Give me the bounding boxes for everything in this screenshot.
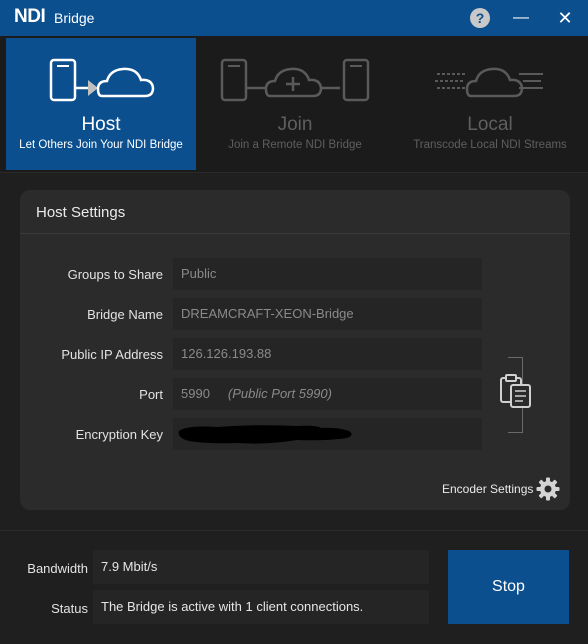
mode-subtitle-host: Let Others Join Your NDI Bridge bbox=[19, 139, 183, 151]
host-icon bbox=[49, 58, 155, 102]
mode-tab-local[interactable]: Local Transcode Local NDI Streams bbox=[395, 38, 585, 170]
groups-field[interactable]: Public bbox=[173, 258, 482, 290]
status-field: The Bridge is active with 1 client conne… bbox=[93, 590, 429, 624]
mode-title-join: Join bbox=[277, 114, 313, 135]
mode-title-local: Local bbox=[467, 114, 513, 135]
title-bar: NDI Bridge ? — ✕ bbox=[0, 0, 588, 36]
port-label: Port bbox=[139, 387, 163, 402]
local-icon bbox=[435, 67, 543, 98]
host-settings-panel: Host Settings Groups to Share Public Bri… bbox=[20, 190, 570, 510]
bandwidth-label: Bandwidth bbox=[27, 561, 88, 576]
mode-tab-join[interactable]: Join Join a Remote NDI Bridge bbox=[200, 38, 390, 170]
public-port-note: (Public Port 5990) bbox=[227, 386, 332, 401]
port-field[interactable]: 5990 (Public Port 5990) bbox=[173, 378, 482, 410]
divider bbox=[0, 530, 588, 531]
mode-tab-host[interactable]: Host Let Others Join Your NDI Bridge bbox=[6, 38, 196, 170]
ndi-logo: NDI bbox=[14, 6, 46, 27]
divider bbox=[0, 172, 588, 173]
bandwidth-field: 7.9 Mbit/s bbox=[93, 550, 429, 584]
panel-title: Host Settings bbox=[36, 204, 126, 221]
join-icon bbox=[220, 58, 370, 102]
encryption-key-label: Encryption Key bbox=[75, 427, 163, 442]
minimize-icon[interactable]: — bbox=[509, 6, 533, 30]
clipboard-icon[interactable] bbox=[498, 374, 534, 410]
bridge-name-label: Bridge Name bbox=[87, 307, 163, 322]
encryption-key-field[interactable] bbox=[173, 418, 482, 450]
window-title: Bridge bbox=[54, 10, 95, 26]
encoder-settings-button[interactable]: Encoder Settings bbox=[442, 482, 533, 496]
mode-subtitle-join: Join a Remote NDI Bridge bbox=[228, 139, 362, 151]
groups-label: Groups to Share bbox=[67, 267, 163, 282]
gear-icon[interactable] bbox=[536, 477, 560, 501]
panel-divider bbox=[20, 233, 570, 234]
mode-selector: Host Let Others Join Your NDI Bridge Joi… bbox=[0, 36, 588, 172]
close-icon[interactable]: ✕ bbox=[553, 6, 577, 30]
stop-button[interactable]: Stop bbox=[448, 550, 569, 624]
public-ip-field[interactable]: 126.126.193.88 bbox=[173, 338, 482, 370]
status-label: Status bbox=[51, 601, 88, 616]
port-value: 5990 bbox=[181, 386, 210, 401]
mode-subtitle-local: Transcode Local NDI Streams bbox=[413, 139, 567, 151]
bridge-name-field[interactable]: DREAMCRAFT-XEON-Bridge bbox=[173, 298, 482, 330]
help-icon[interactable]: ? bbox=[470, 8, 490, 28]
public-ip-label: Public IP Address bbox=[61, 347, 163, 362]
redaction-mark bbox=[178, 425, 352, 444]
mode-title-host: Host bbox=[81, 114, 121, 135]
